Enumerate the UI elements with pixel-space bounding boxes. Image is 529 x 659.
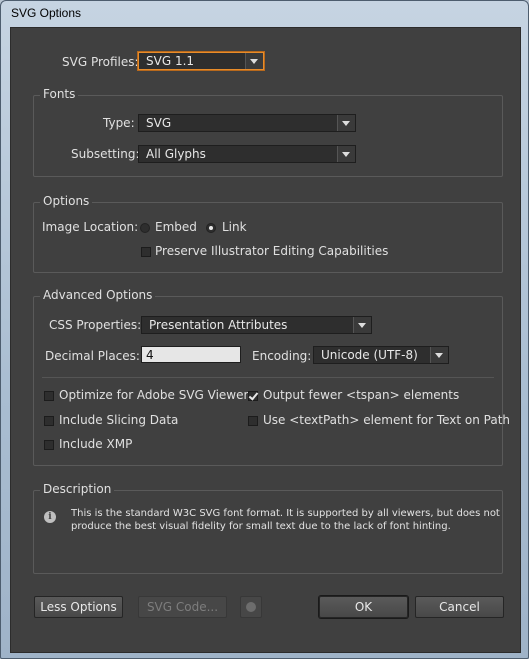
output-fewer-tspan-label[interactable]: Output fewer <tspan> elements xyxy=(263,388,459,402)
include-xmp-label[interactable]: Include XMP xyxy=(59,437,132,451)
window-title: SVG Options xyxy=(11,6,82,20)
svg-profiles-value: SVG 1.1 xyxy=(146,54,195,68)
subsetting-label: Subsetting: xyxy=(71,147,140,161)
dialog-window: SVG Options SVG Profiles: SVG 1.1 Fonts … xyxy=(0,0,529,659)
include-xmp-checkbox[interactable] xyxy=(44,440,54,450)
svg-code-button[interactable]: SVG Code... xyxy=(138,596,227,618)
encoding-value: Unicode (UTF-8) xyxy=(321,348,418,362)
dialog-body: SVG Profiles: SVG 1.1 Fonts Type: SVG Su… xyxy=(10,27,521,653)
info-icon: i xyxy=(44,511,56,523)
description-line-1: This is the standard W3C SVG font format… xyxy=(71,508,500,519)
link-label[interactable]: Link xyxy=(222,220,247,234)
chevron-down-icon xyxy=(353,317,371,333)
encoding-label: Encoding: xyxy=(252,349,312,363)
embed-radio[interactable] xyxy=(140,223,150,233)
subsetting-value: All Glyphs xyxy=(146,147,206,161)
preserve-editing-checkbox[interactable] xyxy=(141,247,151,257)
globe-icon[interactable] xyxy=(240,596,262,618)
fonts-group-label: Fonts xyxy=(40,87,79,101)
use-textpath-label[interactable]: Use <textPath> element for Text on Path xyxy=(263,413,510,427)
use-textpath-checkbox[interactable] xyxy=(248,416,258,426)
divider xyxy=(42,377,494,378)
font-type-dropdown[interactable]: SVG xyxy=(138,114,356,132)
subsetting-dropdown[interactable]: All Glyphs xyxy=(138,145,356,163)
cancel-button[interactable]: Cancel xyxy=(415,596,504,618)
description-group-label: Description xyxy=(40,482,115,496)
chevron-down-icon xyxy=(430,347,448,363)
options-group-label: Options xyxy=(40,194,93,208)
css-properties-dropdown[interactable]: Presentation Attributes xyxy=(141,316,372,334)
link-radio[interactable] xyxy=(206,223,216,233)
chevron-down-icon xyxy=(337,115,355,131)
less-options-button[interactable]: Less Options xyxy=(34,596,123,618)
chevron-down-icon xyxy=(245,53,263,69)
title-bar[interactable]: SVG Options xyxy=(1,1,528,27)
optimize-svg-viewer-label[interactable]: Optimize for Adobe SVG Viewer xyxy=(59,388,248,402)
include-slicing-data-checkbox[interactable] xyxy=(44,416,54,426)
css-properties-label: CSS Properties: xyxy=(49,318,142,332)
embed-label[interactable]: Embed xyxy=(155,220,197,234)
description-line-2: produce the best visual fidelity for sma… xyxy=(71,521,451,532)
output-fewer-tspan-checkbox[interactable] xyxy=(248,391,258,401)
optimize-svg-viewer-checkbox[interactable] xyxy=(44,391,54,401)
advanced-options-group-label: Advanced Options xyxy=(40,288,156,302)
description-group: Description i This is the standard W3C S… xyxy=(33,482,503,574)
encoding-dropdown[interactable]: Unicode (UTF-8) xyxy=(313,346,449,364)
decimal-places-label: Decimal Places: xyxy=(45,349,140,363)
ok-button[interactable]: OK xyxy=(319,596,408,618)
decimal-places-input[interactable]: 4 xyxy=(141,346,241,363)
options-group: Options Image Location: Embed Link Prese… xyxy=(33,194,503,273)
css-properties-value: Presentation Attributes xyxy=(149,318,288,332)
font-type-label: Type: xyxy=(103,116,135,130)
svg-profiles-label: SVG Profiles: xyxy=(62,55,139,69)
include-slicing-data-label[interactable]: Include Slicing Data xyxy=(59,413,178,427)
font-type-value: SVG xyxy=(146,116,172,130)
chevron-down-icon xyxy=(337,146,355,162)
fonts-group: Fonts Type: SVG Subsetting: All Glyphs xyxy=(33,87,503,177)
preserve-editing-label[interactable]: Preserve Illustrator Editing Capabilitie… xyxy=(155,244,388,258)
svg-profiles-dropdown[interactable]: SVG 1.1 xyxy=(138,52,264,70)
advanced-options-group: Advanced Options CSS Properties: Present… xyxy=(33,288,510,466)
image-location-label: Image Location: xyxy=(42,220,139,234)
